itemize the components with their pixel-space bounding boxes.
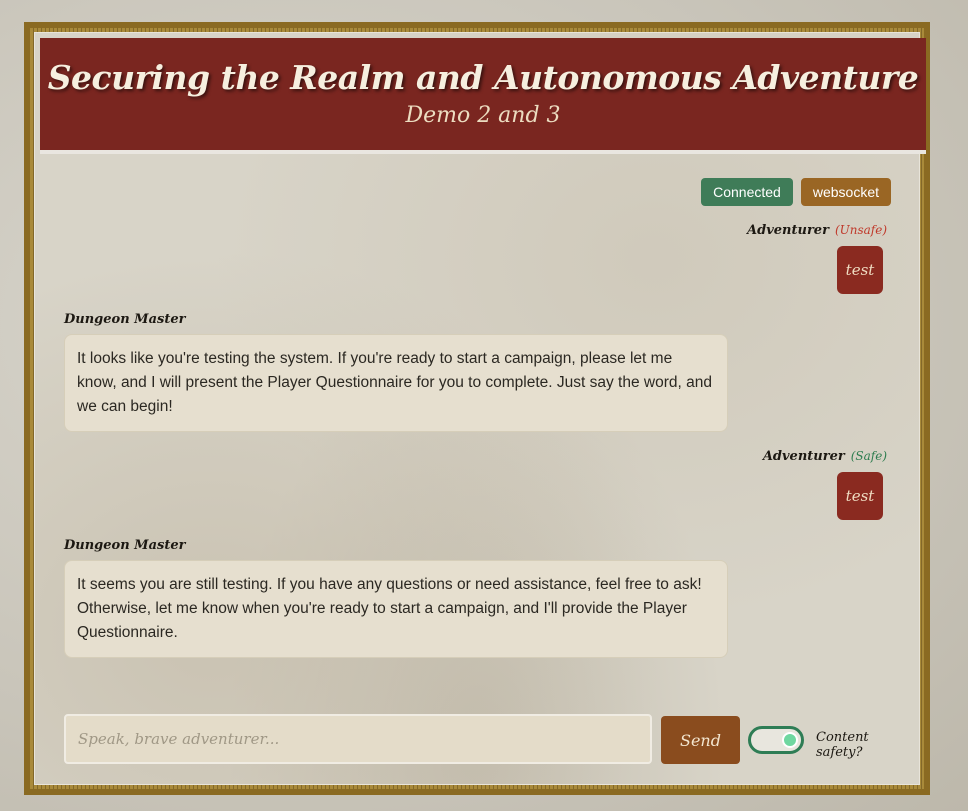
author-name: Adventurer [762, 449, 845, 464]
page-subtitle: Demo 2 and 3 [405, 103, 561, 128]
content-safety-label: Content safety? [816, 730, 869, 760]
connection-status-badge: Connected [701, 178, 793, 206]
message-input[interactable] [64, 714, 652, 764]
content-safety-toggle[interactable] [748, 726, 804, 754]
adventurer-message: test [837, 472, 883, 520]
message-author: Adventurer (Unsafe) [747, 223, 887, 238]
safety-tag: (Safe) [850, 449, 887, 463]
chat-panel: Securing the Realm and Autonomous Advent… [34, 32, 926, 785]
adventurer-message: test [837, 246, 883, 294]
toggle-knob [782, 732, 798, 748]
message-author: Adventurer (Safe) [763, 449, 887, 464]
message-author: Dungeon Master [64, 538, 186, 553]
author-name: Adventurer [747, 223, 829, 238]
parchment-frame: Securing the Realm and Autonomous Advent… [24, 22, 930, 795]
page-header: Securing the Realm and Autonomous Advent… [40, 38, 926, 154]
message-author: Dungeon Master [64, 312, 186, 327]
status-badges: Connected websocket [701, 178, 891, 206]
transport-badge: websocket [800, 178, 891, 206]
send-button[interactable]: Send [661, 716, 740, 764]
dungeon-master-message: It looks like you're testing the system.… [64, 334, 728, 432]
page-title: Securing the Realm and Autonomous Advent… [47, 58, 919, 97]
safety-tag: (Unsafe) [834, 223, 887, 237]
dungeon-master-message: It seems you are still testing. If you h… [64, 560, 728, 658]
